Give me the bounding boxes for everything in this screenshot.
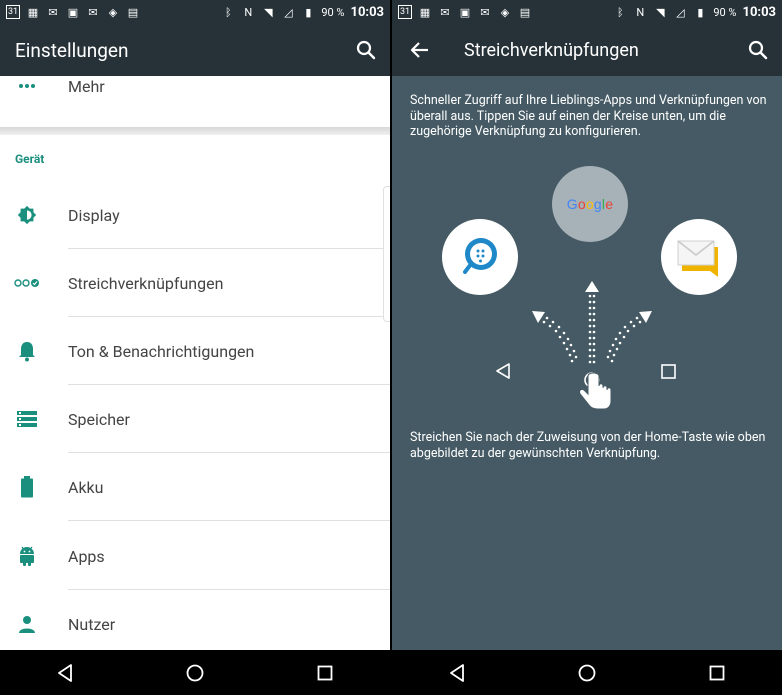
- dtek-icon: ◈: [108, 5, 118, 19]
- settings-item-more[interactable]: Mehr: [0, 60, 390, 112]
- settings-item-display[interactable]: Display: [0, 181, 390, 249]
- app-bar: Streichverknüpfungen: [392, 24, 782, 76]
- settings-screen: 31 ▦ ✉ ▣ ✉ ◈ ▤ ᛒ N ◥ ◿ ▮ 90 % 10:03 Eins…: [0, 0, 390, 695]
- battery-status-icon: ▮: [697, 5, 704, 19]
- nfc-icon: N: [636, 5, 645, 19]
- settings-item-storage[interactable]: Speicher: [0, 385, 390, 453]
- settings-item-label: Streichverknüpfungen: [68, 273, 224, 293]
- shortcut-circle-google[interactable]: Google: [552, 166, 628, 242]
- back-nav-icon[interactable]: [447, 663, 467, 683]
- calendar-icon: 31: [398, 5, 412, 19]
- search-icon[interactable]: [746, 38, 770, 62]
- wifi-icon: ◥: [656, 5, 665, 19]
- settings-item-label: Akku: [68, 477, 104, 497]
- news-icon: ▦: [419, 5, 431, 19]
- image-icon: ▣: [67, 5, 79, 19]
- description-top: Schneller Zugriff auf Ihre Lieblings-App…: [410, 93, 767, 139]
- page-title: Streichverknüpfungen: [464, 39, 639, 61]
- recents-nav-icon[interactable]: [707, 663, 727, 683]
- android-icon: [16, 545, 38, 567]
- swipe-shortcuts-screen: 31 ▦ ✉ ▣ ✉ ◈ ▤ ᛒ N ◥ ◿ ▮ 90 % 10:03 Stre…: [392, 0, 782, 695]
- back-nav-icon[interactable]: [55, 663, 75, 683]
- image-icon: ▣: [459, 5, 471, 19]
- item-divider: [68, 520, 390, 521]
- dtek-icon: ◈: [500, 5, 510, 19]
- scroll-handle[interactable]: [383, 186, 390, 322]
- battery-icon: [16, 476, 38, 498]
- person-icon: [16, 613, 38, 635]
- status-bar: 31 ▦ ✉ ▣ ✉ ◈ ▤ ᛒ N ◥ ◿ ▮ 90 % 10:03: [0, 0, 390, 24]
- nfc-icon: N: [244, 5, 253, 19]
- brightness-icon: [16, 204, 38, 226]
- calendar-icon: 31: [6, 5, 20, 19]
- wifi-icon: ◥: [264, 5, 273, 19]
- home-nav-icon[interactable]: [185, 663, 205, 683]
- settings-item-label: Speicher: [68, 409, 130, 429]
- blackberry-search-icon: [463, 238, 497, 274]
- bell-icon: [16, 340, 38, 362]
- battery-percent: 90 %: [713, 5, 737, 19]
- settings-item-label: Mehr: [68, 76, 105, 96]
- battery-percent: 90 %: [321, 5, 345, 19]
- settings-item-label: Nutzer: [68, 614, 116, 634]
- navigation-bar: [392, 650, 782, 695]
- bluetooth-icon: ᛒ: [617, 5, 624, 19]
- bluetooth-icon: ᛒ: [225, 5, 232, 19]
- settings-item-label: Apps: [68, 546, 105, 566]
- section-divider: [0, 127, 390, 135]
- storage-icon: [16, 408, 38, 430]
- settings-item-swipe-shortcuts[interactable]: Streichverknüpfungen: [0, 249, 390, 317]
- settings-item-sound[interactable]: Ton & Benachrichtigungen: [0, 317, 390, 385]
- description-bottom: Streichen Sie nach der Zuweisung von der…: [410, 430, 766, 461]
- more-dots-icon: [16, 75, 38, 97]
- settings-item-users[interactable]: Nutzer: [0, 590, 390, 658]
- settings-list: Mehr Gerät Display Streichverknüpfungen …: [0, 76, 390, 650]
- recents-nav-icon[interactable]: [315, 663, 335, 683]
- home-nav-icon[interactable]: [577, 663, 597, 683]
- no-signal-icon: ◿: [676, 5, 685, 19]
- page-title: Einstellungen: [15, 38, 129, 62]
- clock: 10:03: [742, 4, 777, 20]
- swipe-gesture-illustration: [496, 281, 676, 410]
- clock: 10:03: [350, 4, 385, 20]
- google-logo: Google: [566, 196, 614, 212]
- settings-item-battery[interactable]: Akku: [0, 453, 390, 521]
- back-arrow-icon[interactable]: [408, 38, 432, 62]
- gmail-icon: ✉: [48, 5, 58, 19]
- gmail-icon: ✉: [440, 5, 450, 19]
- email-icon: [677, 240, 718, 277]
- swipe-shortcuts-icon: [14, 272, 40, 294]
- settings-item-label: Display: [68, 205, 120, 225]
- navigation-bar: [0, 650, 390, 695]
- mail-icon: ✉: [480, 5, 490, 19]
- no-signal-icon: ◿: [284, 5, 293, 19]
- search-icon[interactable]: [354, 38, 378, 62]
- mail-icon: ✉: [88, 5, 98, 19]
- clipboard-icon: ▤: [127, 5, 139, 19]
- clipboard-icon: ▤: [519, 5, 531, 19]
- news-icon: ▦: [27, 5, 39, 19]
- settings-item-apps[interactable]: Apps: [0, 522, 390, 590]
- battery-status-icon: ▮: [305, 5, 312, 19]
- settings-item-label: Ton & Benachrichtigungen: [68, 341, 255, 361]
- section-header: Gerät: [15, 152, 45, 166]
- status-bar: 31 ▦ ✉ ▣ ✉ ◈ ▤ ᛒ N ◥ ◿ ▮ 90 % 10:03: [392, 0, 782, 24]
